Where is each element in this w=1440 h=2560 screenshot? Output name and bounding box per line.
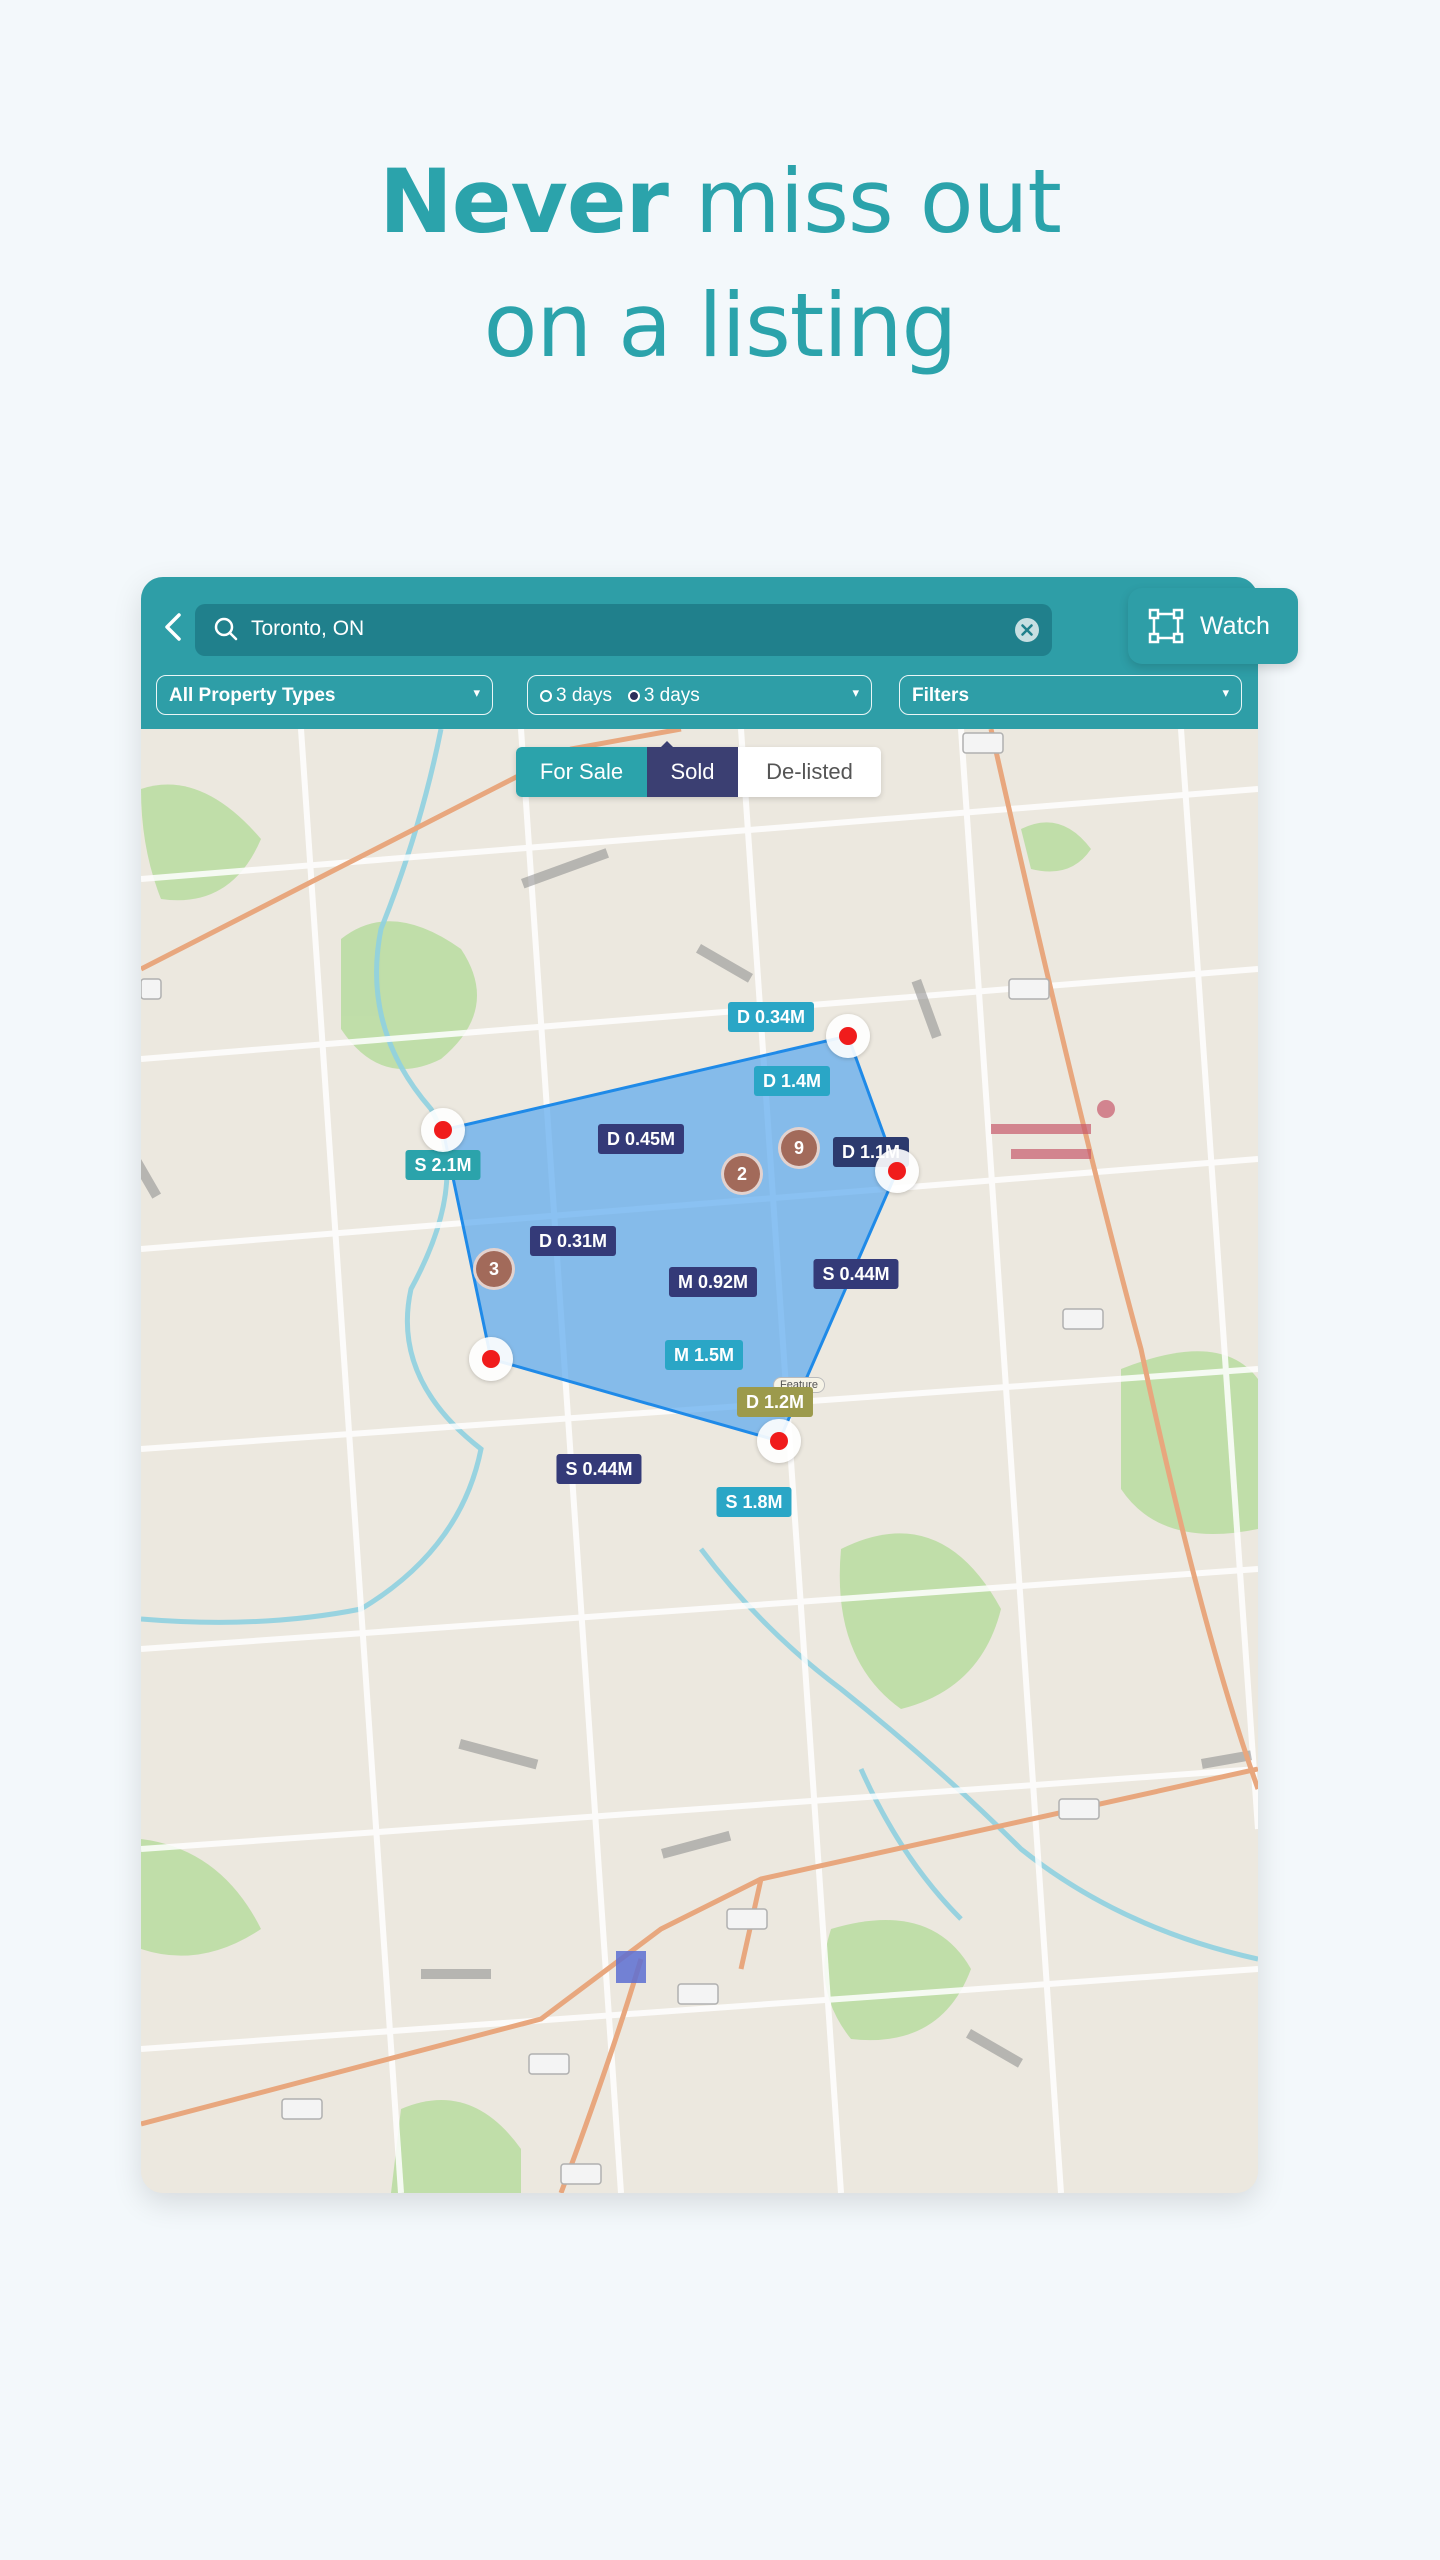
chevron-left-icon <box>165 613 181 641</box>
price-pin[interactable]: D 1.4M <box>753 1066 831 1096</box>
radio-icon[interactable] <box>540 690 552 702</box>
back-button[interactable] <box>153 607 193 647</box>
watch-label: Watch <box>1200 612 1270 640</box>
radio-selected-icon[interactable] <box>627 690 640 702</box>
map-view[interactable]: For Sale Sold De-listed D 0.34M D 1.4M D… <box>141 729 1258 2193</box>
tab-sold[interactable]: Sold <box>647 747 738 797</box>
clear-icon[interactable] <box>1014 617 1040 643</box>
price-pin[interactable]: S 0.44M <box>556 1454 642 1484</box>
chevron-down-icon: ▾ <box>473 685 480 700</box>
app-screen: Toronto, ON All Property Types ▾ 3 days … <box>141 577 1258 2193</box>
headline-line-1: Never miss out <box>0 140 1440 264</box>
days-option-b: 3 days <box>643 685 700 706</box>
headline-bold: Never <box>379 150 669 253</box>
headline: Never miss out on a listing <box>0 140 1440 388</box>
headline-line-2: on a listing <box>483 274 958 377</box>
property-type-label: All Property Types <box>169 685 336 706</box>
property-type-select[interactable]: All Property Types ▾ <box>156 675 493 715</box>
days-select[interactable]: 3 days 3 days ▾ <box>527 675 872 715</box>
cluster-marker[interactable]: 3 <box>473 1248 515 1290</box>
polygon-vertex-handle[interactable] <box>757 1419 801 1463</box>
price-pin[interactable]: D 1.2M <box>736 1387 814 1417</box>
polygon-vertex-handle[interactable] <box>875 1149 919 1193</box>
filters-label: Filters <box>912 685 970 706</box>
tab-delisted[interactable]: De-listed <box>738 747 881 797</box>
polygon-vertex-handle[interactable] <box>826 1014 870 1058</box>
polygon-vertex-handle[interactable] <box>469 1337 513 1381</box>
search-field[interactable]: Toronto, ON <box>195 604 1052 656</box>
search-area-polygon[interactable] <box>441 1034 899 1443</box>
headline-rest: miss out <box>667 150 1062 253</box>
price-pin[interactable]: D 0.45M <box>597 1124 685 1154</box>
search-icon <box>214 617 238 641</box>
price-pin[interactable]: M 0.92M <box>668 1267 758 1297</box>
price-pin[interactable]: S 1.8M <box>716 1487 792 1517</box>
price-pin[interactable]: S 2.1M <box>405 1150 481 1180</box>
days-options: 3 days 3 days <box>540 685 700 707</box>
watch-button[interactable]: Watch <box>1128 588 1298 664</box>
price-pin[interactable]: M 1.5M <box>664 1340 744 1370</box>
price-pin[interactable]: D 0.34M <box>727 1002 815 1032</box>
cluster-marker[interactable]: 9 <box>778 1127 820 1169</box>
filters-select[interactable]: Filters ▾ <box>899 675 1242 715</box>
tab-for-sale[interactable]: For Sale <box>516 747 647 797</box>
listing-status-tabs: For Sale Sold De-listed <box>516 747 881 797</box>
chevron-down-icon: ▾ <box>1222 685 1229 700</box>
price-pin[interactable]: S 0.44M <box>813 1259 899 1289</box>
app-bar: Toronto, ON All Property Types ▾ 3 days … <box>141 577 1258 729</box>
chevron-down-icon: ▾ <box>852 685 859 700</box>
cluster-marker[interactable]: 2 <box>721 1153 763 1195</box>
draw-area-icon <box>1148 608 1184 644</box>
map-background <box>141 729 1258 2193</box>
polygon-vertex-handle[interactable] <box>421 1108 465 1152</box>
price-pin[interactable]: D 0.31M <box>529 1226 617 1256</box>
search-input[interactable]: Toronto, ON <box>251 617 364 641</box>
days-option-a: 3 days <box>556 685 612 706</box>
